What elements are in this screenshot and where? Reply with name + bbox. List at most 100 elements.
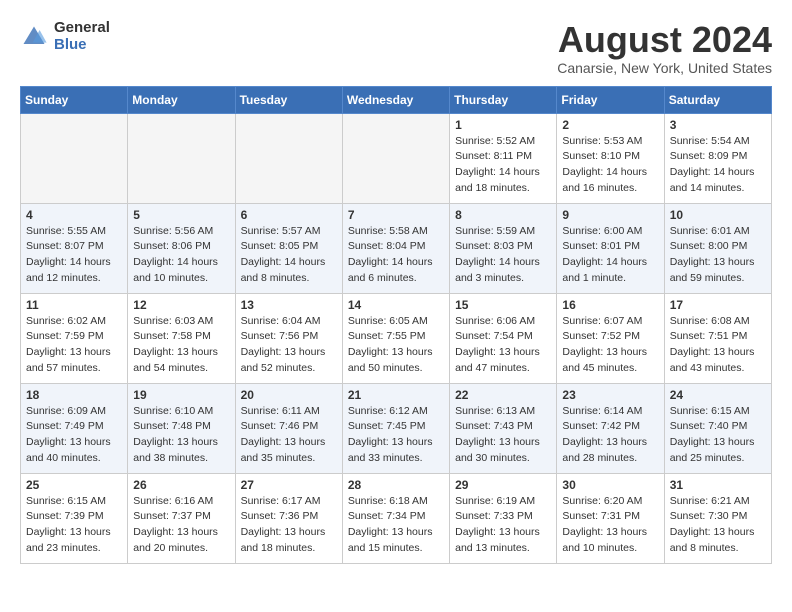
- calendar-cell: 2 Sunrise: 5:53 AMSunset: 8:10 PMDaylight…: [557, 113, 664, 203]
- day-number: 21: [348, 388, 444, 402]
- day-number: 14: [348, 298, 444, 312]
- day-number: 16: [562, 298, 658, 312]
- day-info: Sunrise: 5:53 AMSunset: 8:10 PMDaylight:…: [562, 134, 658, 197]
- day-header-saturday: Saturday: [664, 86, 771, 113]
- day-info: Sunrise: 6:18 AMSunset: 7:34 PMDaylight:…: [348, 494, 444, 557]
- day-number: 28: [348, 478, 444, 492]
- logo-text: General Blue: [54, 20, 110, 53]
- week-row-5: 25 Sunrise: 6:15 AMSunset: 7:39 PMDayligh…: [21, 473, 772, 563]
- calendar-table: SundayMondayTuesdayWednesdayThursdayFrid…: [20, 86, 772, 564]
- day-number: 15: [455, 298, 551, 312]
- day-number: 18: [26, 388, 122, 402]
- location-title: Canarsie, New York, United States: [557, 60, 772, 76]
- day-number: 25: [26, 478, 122, 492]
- day-number: 27: [241, 478, 337, 492]
- day-info: Sunrise: 6:10 AMSunset: 7:48 PMDaylight:…: [133, 404, 229, 467]
- day-info: Sunrise: 6:05 AMSunset: 7:55 PMDaylight:…: [348, 314, 444, 377]
- day-number: 20: [241, 388, 337, 402]
- day-info: Sunrise: 6:19 AMSunset: 7:33 PMDaylight:…: [455, 494, 551, 557]
- calendar-cell: 14 Sunrise: 6:05 AMSunset: 7:55 PMDayligh…: [342, 293, 449, 383]
- day-header-tuesday: Tuesday: [235, 86, 342, 113]
- logo-blue-text: Blue: [54, 37, 110, 54]
- day-header-thursday: Thursday: [450, 86, 557, 113]
- day-number: 3: [670, 118, 766, 132]
- day-number: 17: [670, 298, 766, 312]
- day-info: Sunrise: 5:54 AMSunset: 8:09 PMDaylight:…: [670, 134, 766, 197]
- day-number: 5: [133, 208, 229, 222]
- logo-icon: [20, 23, 48, 51]
- day-info: Sunrise: 6:06 AMSunset: 7:54 PMDaylight:…: [455, 314, 551, 377]
- day-info: Sunrise: 6:17 AMSunset: 7:36 PMDaylight:…: [241, 494, 337, 557]
- day-number: 7: [348, 208, 444, 222]
- day-number: 24: [670, 388, 766, 402]
- day-info: Sunrise: 5:55 AMSunset: 8:07 PMDaylight:…: [26, 224, 122, 287]
- day-number: 1: [455, 118, 551, 132]
- calendar-cell: 25 Sunrise: 6:15 AMSunset: 7:39 PMDayligh…: [21, 473, 128, 563]
- calendar-cell: 8 Sunrise: 5:59 AMSunset: 8:03 PMDaylight…: [450, 203, 557, 293]
- day-info: Sunrise: 6:08 AMSunset: 7:51 PMDaylight:…: [670, 314, 766, 377]
- calendar-cell: 12 Sunrise: 6:03 AMSunset: 7:58 PMDayligh…: [128, 293, 235, 383]
- calendar-cell: 30 Sunrise: 6:20 AMSunset: 7:31 PMDayligh…: [557, 473, 664, 563]
- day-info: Sunrise: 5:52 AMSunset: 8:11 PMDaylight:…: [455, 134, 551, 197]
- calendar-cell: 18 Sunrise: 6:09 AMSunset: 7:49 PMDayligh…: [21, 383, 128, 473]
- week-row-1: 1 Sunrise: 5:52 AMSunset: 8:11 PMDaylight…: [21, 113, 772, 203]
- calendar-cell: 27 Sunrise: 6:17 AMSunset: 7:36 PMDayligh…: [235, 473, 342, 563]
- day-number: 8: [455, 208, 551, 222]
- calendar-cell: 5 Sunrise: 5:56 AMSunset: 8:06 PMDaylight…: [128, 203, 235, 293]
- calendar-cell: [128, 113, 235, 203]
- calendar-cell: 7Sunrise: 5:58 AMSunset: 8:04 PMDaylight…: [342, 203, 449, 293]
- calendar-cell: [235, 113, 342, 203]
- day-number: 11: [26, 298, 122, 312]
- day-number: 4: [26, 208, 122, 222]
- day-number: 6: [241, 208, 337, 222]
- month-title: August 2024: [557, 20, 772, 60]
- calendar-cell: 3 Sunrise: 5:54 AMSunset: 8:09 PMDaylight…: [664, 113, 771, 203]
- day-info: Sunrise: 6:15 AMSunset: 7:40 PMDaylight:…: [670, 404, 766, 467]
- calendar-cell: 19Sunrise: 6:10 AMSunset: 7:48 PMDayligh…: [128, 383, 235, 473]
- day-info: Sunrise: 6:00 AMSunset: 8:01 PMDaylight:…: [562, 224, 658, 287]
- day-info: Sunrise: 5:56 AMSunset: 8:06 PMDaylight:…: [133, 224, 229, 287]
- calendar-cell: 26Sunrise: 6:16 AMSunset: 7:37 PMDayligh…: [128, 473, 235, 563]
- day-info: Sunrise: 6:07 AMSunset: 7:52 PMDaylight:…: [562, 314, 658, 377]
- calendar-cell: [21, 113, 128, 203]
- calendar-cell: 20Sunrise: 6:11 AMSunset: 7:46 PMDayligh…: [235, 383, 342, 473]
- day-number: 23: [562, 388, 658, 402]
- day-info: Sunrise: 6:01 AMSunset: 8:00 PMDaylight:…: [670, 224, 766, 287]
- day-info: Sunrise: 6:09 AMSunset: 7:49 PMDaylight:…: [26, 404, 122, 467]
- calendar-cell: 17 Sunrise: 6:08 AMSunset: 7:51 PMDayligh…: [664, 293, 771, 383]
- day-header-friday: Friday: [557, 86, 664, 113]
- day-info: Sunrise: 6:20 AMSunset: 7:31 PMDaylight:…: [562, 494, 658, 557]
- day-info: Sunrise: 6:03 AMSunset: 7:58 PMDaylight:…: [133, 314, 229, 377]
- calendar-cell: 11 Sunrise: 6:02 AMSunset: 7:59 PMDayligh…: [21, 293, 128, 383]
- day-number: 10: [670, 208, 766, 222]
- title-area: August 2024 Canarsie, New York, United S…: [557, 20, 772, 76]
- logo-general-text: General: [54, 20, 110, 37]
- day-number: 26: [133, 478, 229, 492]
- day-info: Sunrise: 6:13 AMSunset: 7:43 PMDaylight:…: [455, 404, 551, 467]
- calendar-cell: 6 Sunrise: 5:57 AMSunset: 8:05 PMDaylight…: [235, 203, 342, 293]
- day-number: 22: [455, 388, 551, 402]
- day-info: Sunrise: 6:02 AMSunset: 7:59 PMDaylight:…: [26, 314, 122, 377]
- calendar-cell: 28 Sunrise: 6:18 AMSunset: 7:34 PMDayligh…: [342, 473, 449, 563]
- day-info: Sunrise: 6:04 AMSunset: 7:56 PMDaylight:…: [241, 314, 337, 377]
- page-header: General Blue August 2024 Canarsie, New Y…: [20, 20, 772, 76]
- day-info: Sunrise: 5:59 AMSunset: 8:03 PMDaylight:…: [455, 224, 551, 287]
- calendar-cell: 10 Sunrise: 6:01 AMSunset: 8:00 PMDayligh…: [664, 203, 771, 293]
- day-info: Sunrise: 6:12 AMSunset: 7:45 PMDaylight:…: [348, 404, 444, 467]
- week-row-4: 18 Sunrise: 6:09 AMSunset: 7:49 PMDayligh…: [21, 383, 772, 473]
- day-header-monday: Monday: [128, 86, 235, 113]
- header-row: SundayMondayTuesdayWednesdayThursdayFrid…: [21, 86, 772, 113]
- day-number: 12: [133, 298, 229, 312]
- calendar-cell: 23 Sunrise: 6:14 AMSunset: 7:42 PMDayligh…: [557, 383, 664, 473]
- calendar-cell: 21 Sunrise: 6:12 AMSunset: 7:45 PMDayligh…: [342, 383, 449, 473]
- day-number: 2: [562, 118, 658, 132]
- calendar-cell: 22 Sunrise: 6:13 AMSunset: 7:43 PMDayligh…: [450, 383, 557, 473]
- day-number: 30: [562, 478, 658, 492]
- calendar-cell: 24 Sunrise: 6:15 AMSunset: 7:40 PMDayligh…: [664, 383, 771, 473]
- day-header-sunday: Sunday: [21, 86, 128, 113]
- day-info: Sunrise: 6:14 AMSunset: 7:42 PMDaylight:…: [562, 404, 658, 467]
- day-info: Sunrise: 6:15 AMSunset: 7:39 PMDaylight:…: [26, 494, 122, 557]
- day-number: 29: [455, 478, 551, 492]
- day-info: Sunrise: 5:57 AMSunset: 8:05 PMDaylight:…: [241, 224, 337, 287]
- calendar-cell: 13Sunrise: 6:04 AMSunset: 7:56 PMDayligh…: [235, 293, 342, 383]
